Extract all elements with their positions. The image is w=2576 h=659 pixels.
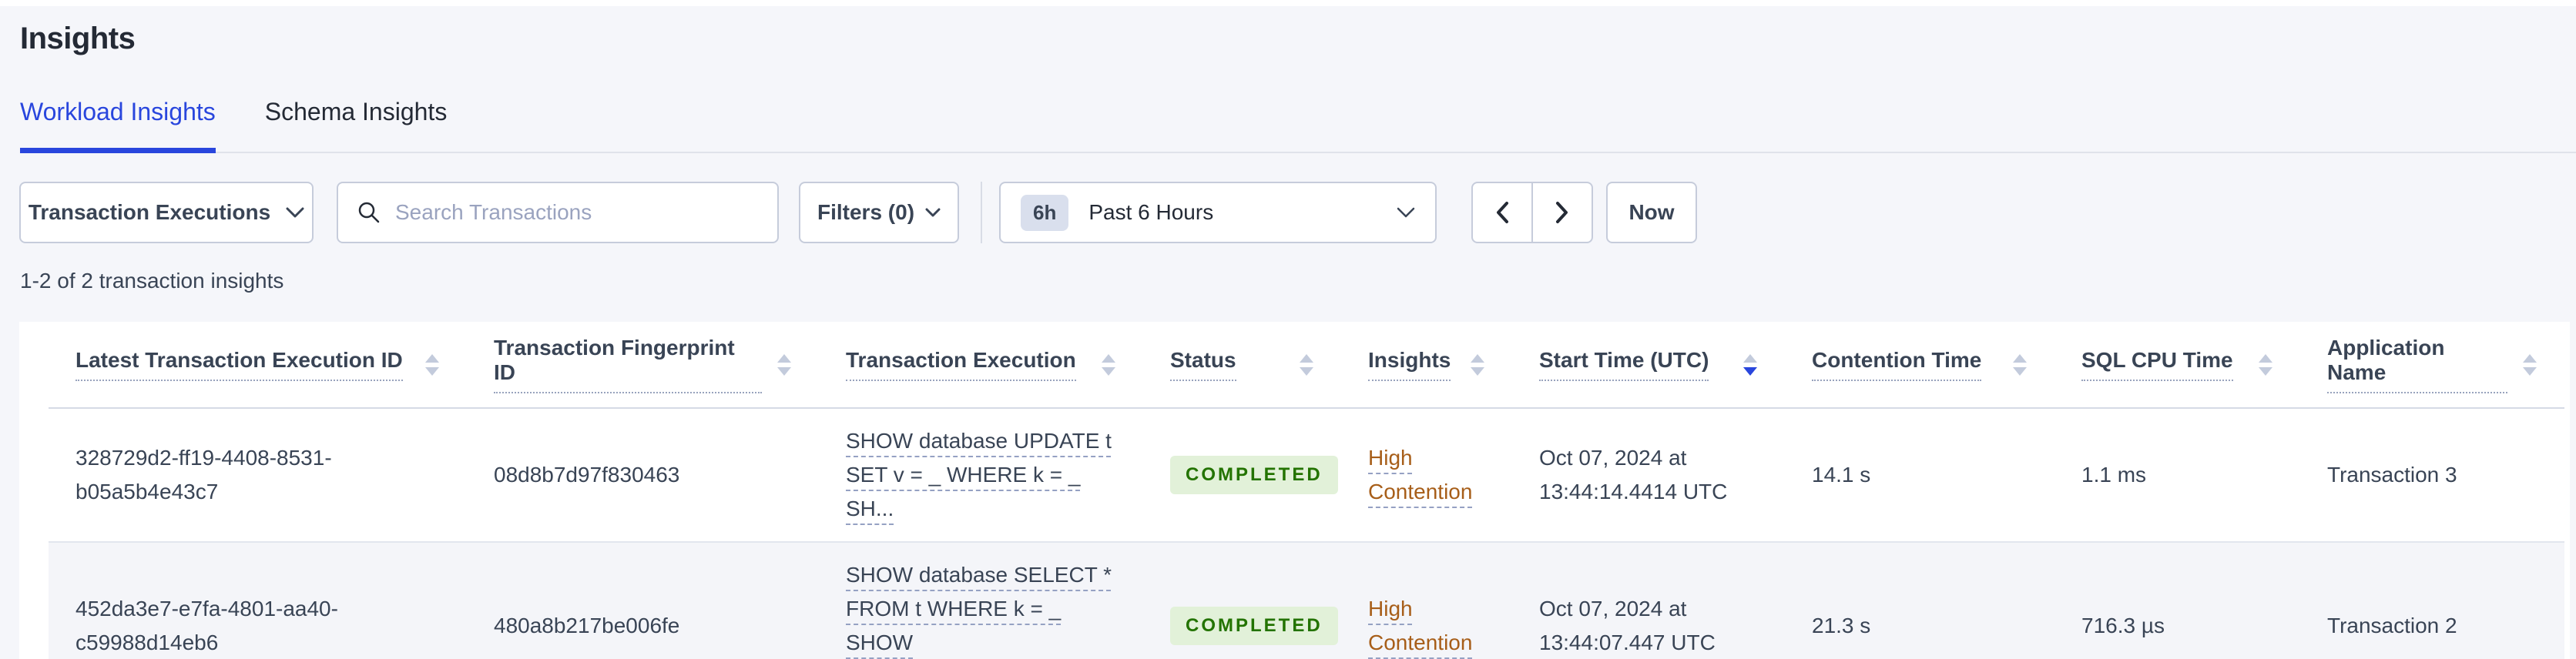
result-count: 1-2 of 2 transaction insights [20, 269, 284, 293]
sort-icon[interactable] [1300, 353, 1313, 376]
search-box[interactable] [337, 182, 779, 243]
sort-icon[interactable] [425, 353, 439, 376]
column-header-contention-time[interactable]: Contention Time [1785, 322, 2054, 409]
fingerprint-id-cell: 480a8b217be006fe [494, 614, 680, 637]
column-header-sql-cpu-time[interactable]: SQL CPU Time [2054, 322, 2300, 409]
page-title: Insights [20, 22, 136, 55]
time-next-button[interactable] [1532, 182, 1593, 243]
chevron-down-icon [286, 207, 304, 219]
column-header-latest-execution-id[interactable]: Latest Transaction Execution ID [49, 322, 467, 409]
top-edge-strip [0, 0, 2576, 6]
insights-page: Insights Workload Insights Schema Insigh… [0, 22, 2576, 659]
chevron-left-icon [1495, 201, 1509, 224]
sort-icon[interactable] [777, 353, 791, 376]
sql-cpu-time-cell: 1.1 ms [2081, 463, 2147, 487]
sort-desc-icon[interactable] [1743, 353, 1757, 376]
insights-tabs: Workload Insights Schema Insights [20, 98, 2576, 153]
toolbar-divider [981, 182, 982, 243]
search-icon [357, 200, 381, 225]
time-nav-group [1471, 182, 1593, 243]
status-badge: COMPLETED [1170, 607, 1338, 645]
execution-id-cell: 452da3e7-e7fa-4801-aa40-c59988d14eb6 [75, 597, 338, 654]
search-input[interactable] [395, 200, 759, 225]
sql-cpu-time-cell: 716.3 µs [2081, 614, 2165, 637]
sort-icon[interactable] [1102, 353, 1115, 376]
sort-icon[interactable] [2013, 353, 2027, 376]
start-time-cell: Oct 07, 2024 at 13:44:07.447 UTC [1539, 597, 1716, 654]
chevron-down-icon [1397, 207, 1415, 219]
transaction-insights-table: Latest Transaction Execution ID Transact… [49, 322, 2564, 659]
time-range-badge: 6h [1021, 194, 1069, 231]
time-range-label: Past 6 Hours [1088, 200, 1214, 224]
sort-icon[interactable] [1471, 353, 1484, 376]
tab-schema-insights[interactable]: Schema Insights [265, 98, 448, 152]
column-header-fingerprint-id[interactable]: Transaction Fingerprint ID [467, 322, 819, 409]
column-header-transaction-execution[interactable]: Transaction Execution [819, 322, 1143, 409]
contention-time-cell: 21.3 s [1812, 614, 1871, 637]
time-prev-button[interactable] [1471, 182, 1532, 243]
status-badge: COMPLETED [1170, 456, 1338, 494]
filters-button[interactable]: Filters (0) [799, 182, 959, 243]
sort-icon[interactable] [2523, 353, 2537, 376]
column-header-insights[interactable]: Insights [1341, 322, 1512, 409]
toolbar: Transaction Executions Filters (0) 6h Pa… [19, 182, 2576, 243]
column-header-status[interactable]: Status [1143, 322, 1341, 409]
execution-id-cell: 328729d2-ff19-4408-8531-b05a5b4e43c7 [75, 446, 332, 503]
insight-link[interactable]: High Contention [1368, 441, 1484, 509]
insight-link[interactable]: High Contention [1368, 592, 1484, 659]
sort-icon[interactable] [2259, 353, 2272, 376]
insight-type-select-label: Transaction Executions [28, 200, 271, 224]
fingerprint-id-cell: 08d8b7d97f830463 [494, 463, 680, 487]
tab-workload-insights[interactable]: Workload Insights [20, 98, 216, 153]
table-row: 452da3e7-e7fa-4801-aa40-c59988d14eb6 480… [49, 542, 2564, 659]
table-row: 328729d2-ff19-4408-8531-b05a5b4e43c7 08d… [49, 408, 2564, 542]
time-range-picker[interactable]: 6h Past 6 Hours [999, 182, 1437, 243]
start-time-cell: Oct 07, 2024 at 13:44:14.4414 UTC [1539, 446, 1728, 503]
filters-button-label: Filters (0) [817, 200, 915, 224]
chevron-down-icon [925, 208, 941, 218]
application-name-cell: Transaction 3 [2327, 463, 2457, 487]
column-header-start-time[interactable]: Start Time (UTC) [1512, 322, 1785, 409]
now-button[interactable]: Now [1606, 182, 1697, 243]
chevron-right-icon [1555, 201, 1569, 224]
contention-time-cell: 14.1 s [1812, 463, 1871, 487]
column-header-application-name[interactable]: Application Name [2300, 322, 2564, 409]
insights-table-card: Latest Transaction Execution ID Transact… [19, 322, 2570, 659]
insight-type-select[interactable]: Transaction Executions [19, 182, 314, 243]
transaction-execution-link[interactable]: SHOW database SELECT * FROM t WHERE k = … [846, 563, 1112, 659]
transaction-execution-link[interactable]: SHOW database UPDATE t SET v = _ WHERE k… [846, 429, 1112, 520]
table-header-row: Latest Transaction Execution ID Transact… [49, 322, 2564, 409]
application-name-cell: Transaction 2 [2327, 614, 2457, 637]
